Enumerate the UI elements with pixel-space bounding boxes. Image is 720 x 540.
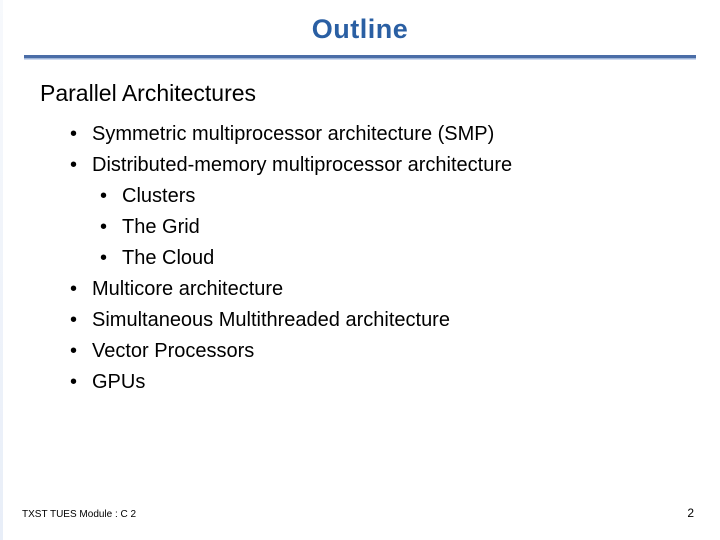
list-item-text: Vector Processors <box>92 340 254 362</box>
section-heading: Parallel Architectures <box>40 80 680 107</box>
list-item: GPUs <box>70 367 680 398</box>
list-item: Distributed-memory multiprocessor archit… <box>70 150 680 181</box>
list-item-text: Distributed-memory multiprocessor archit… <box>92 154 512 176</box>
bullet-list: Symmetric multiprocessor architecture (S… <box>40 119 680 398</box>
content-section: Parallel Architectures Symmetric multipr… <box>0 58 720 398</box>
list-item: Clusters <box>100 181 680 212</box>
footer-left: TXST TUES Module : C 2 <box>22 509 136 520</box>
list-item-text: GPUs <box>92 371 145 393</box>
list-item: The Grid <box>100 212 680 243</box>
list-item-text: The Cloud <box>122 247 214 269</box>
list-item: The Cloud <box>100 243 680 274</box>
list-item-text: Simultaneous Multithreaded architecture <box>92 309 450 331</box>
list-item: Symmetric multiprocessor architecture (S… <box>70 119 680 150</box>
slide: Outline Parallel Architectures Symmetric… <box>0 0 720 540</box>
list-item: Multicore architecture <box>70 274 680 305</box>
page-number: 2 <box>687 506 694 520</box>
left-edge-decoration <box>0 0 3 540</box>
list-item: Simultaneous Multithreaded architecture <box>70 305 680 336</box>
list-item-text: The Grid <box>122 216 200 238</box>
slide-title: Outline <box>0 0 720 53</box>
list-item-text: Clusters <box>122 185 195 207</box>
list-item: Vector Processors <box>70 336 680 367</box>
list-item-text: Symmetric multiprocessor architecture (S… <box>92 123 494 145</box>
list-item-text: Multicore architecture <box>92 278 283 300</box>
